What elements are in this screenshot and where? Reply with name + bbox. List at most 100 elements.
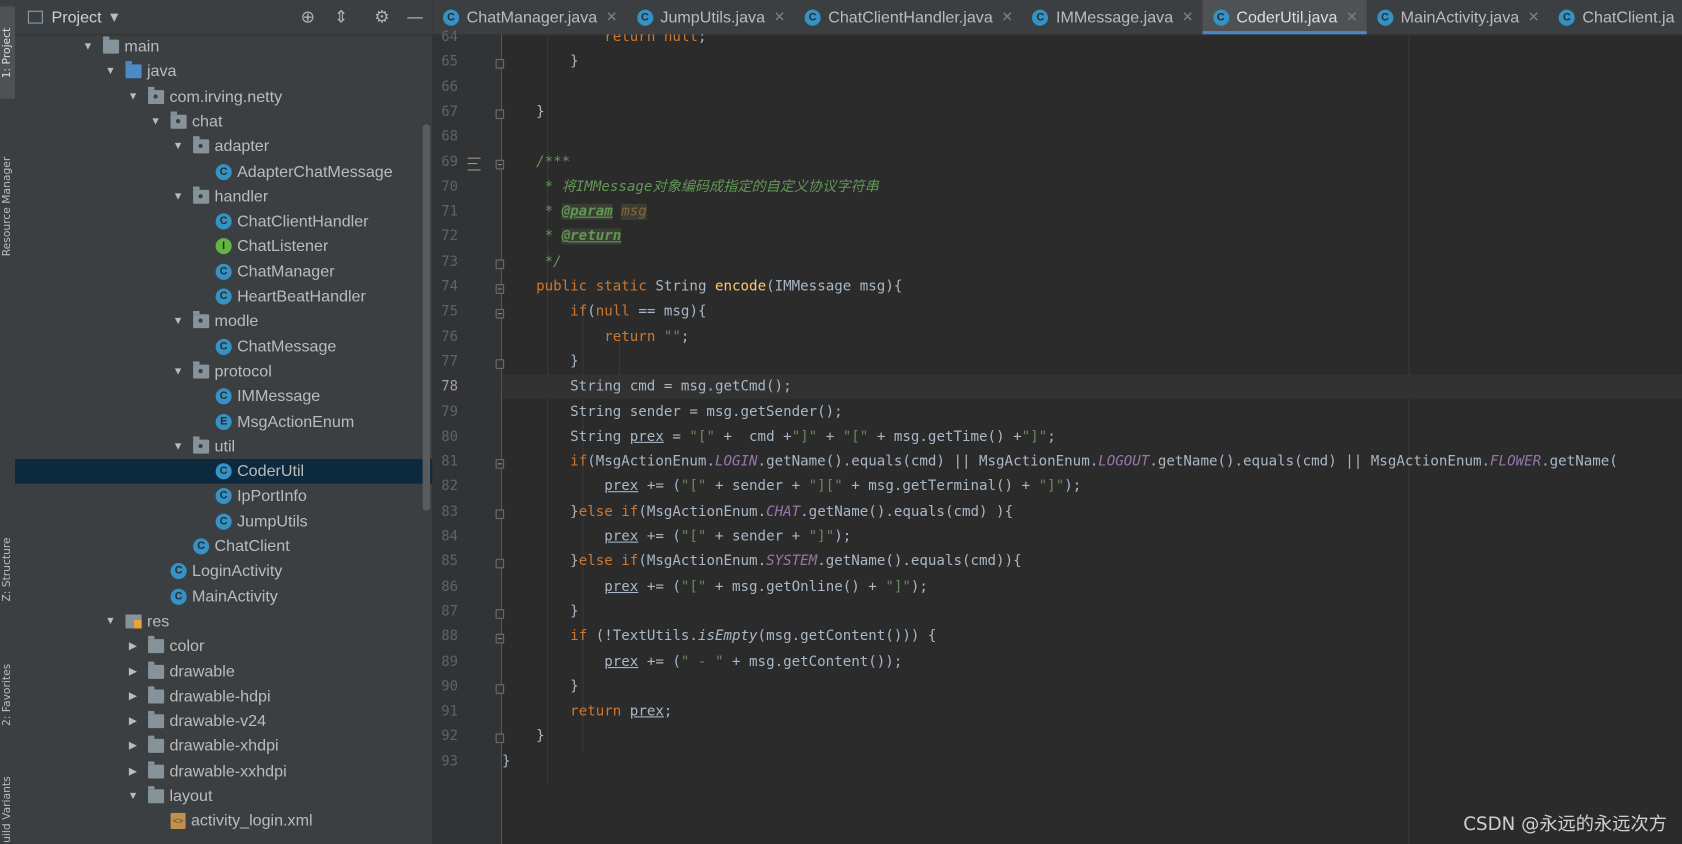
tree-item-immessage[interactable]: ▶CIMMessage (15, 384, 432, 409)
tree-item-mainactivity[interactable]: ▶CMainActivity (15, 584, 432, 609)
tree-item-adapterchatmessage[interactable]: ▶CAdapterChatMessage (15, 159, 432, 184)
code-line[interactable]: prex += ("[" + sender + "][" + msg.getTe… (502, 474, 1682, 499)
code-line[interactable]: } (502, 599, 1682, 624)
code-line[interactable] (502, 75, 1682, 100)
tree-item-drawable-v24[interactable]: ▶ drawable-v24 (15, 709, 432, 734)
code-line[interactable]: if(MsgActionEnum.LOGIN.getName().equals(… (502, 449, 1682, 474)
tree-item-modle[interactable]: ▼ modle (15, 309, 432, 334)
code-line[interactable]: return null; (502, 34, 1682, 49)
gear-icon[interactable]: ⚙ (371, 6, 392, 27)
tree-item-jumputils[interactable]: ▶CJumpUtils (15, 509, 432, 534)
code-line[interactable]: * @param msg (502, 200, 1682, 225)
tree-item-util[interactable]: ▼ util (15, 434, 432, 459)
tree-item-com-irving-netty[interactable]: ▼ com.irving.netty (15, 84, 432, 109)
code-line[interactable]: * 将IMMessage对象编码成指定的自定义协议字符串 (502, 175, 1682, 200)
code-line[interactable]: /*** (502, 150, 1682, 175)
code-line[interactable]: String cmd = msg.getCmd(); (502, 374, 1682, 400)
code-line[interactable]: String sender = msg.getSender(); (502, 399, 1682, 424)
tree-item-activity-login-xml[interactable]: ▶<>activity_login.xml (15, 809, 432, 834)
code-line[interactable]: }else if(MsgActionEnum.CHAT.getName().eq… (502, 499, 1682, 524)
editor-tab-mainactivity-java[interactable]: C MainActivity.java ✕ (1366, 0, 1548, 34)
chevron-down-icon[interactable]: ▼ (172, 141, 185, 153)
close-icon[interactable]: ✕ (1001, 9, 1013, 26)
code-line[interactable]: return ""; (502, 325, 1682, 350)
chevron-down-icon[interactable]: ▼ (104, 66, 117, 78)
project-view-selector[interactable]: Project (51, 8, 101, 26)
code-line[interactable]: return prex; (502, 699, 1682, 724)
chevron-right-icon[interactable]: ▶ (127, 765, 140, 777)
code-line[interactable] (502, 125, 1682, 150)
chevron-down-icon[interactable]: ▼ (104, 615, 117, 627)
chevron-down-icon[interactable]: ▼ (110, 11, 118, 23)
code-line[interactable]: } (502, 674, 1682, 699)
tree-item-msgactionenum[interactable]: ▶EMsgActionEnum (15, 409, 432, 434)
tree-item-drawable-xxhdpi[interactable]: ▶ drawable-xxhdpi (15, 759, 432, 784)
javadoc-toggle-icon[interactable] (467, 157, 481, 170)
code-line[interactable]: prex += ("[" + sender + "]"); (502, 524, 1682, 549)
chevron-down-icon[interactable]: ▼ (82, 41, 95, 53)
chevron-right-icon[interactable]: ▶ (127, 665, 140, 677)
code-line[interactable]: if(null == msg){ (502, 300, 1682, 325)
close-icon[interactable]: ✕ (606, 9, 618, 26)
code-line[interactable]: public static String encode(IMMessage ms… (502, 275, 1682, 300)
editor-tab-chatclient-ja[interactable]: C ChatClient.ja (1548, 0, 1682, 34)
tree-item-main[interactable]: ▼ main (15, 34, 432, 59)
chevron-right-icon[interactable]: ▶ (127, 640, 140, 652)
hide-panel-icon[interactable]: — (404, 6, 425, 27)
tree-item-drawable[interactable]: ▶ drawable (15, 659, 432, 684)
tree-item-chatmessage[interactable]: ▶CChatMessage (15, 334, 432, 359)
code-line[interactable]: String prex = "[" + cmd +"]" + "[" + msg… (502, 424, 1682, 449)
editor-tab-chatmanager-java[interactable]: C ChatManager.java ✕ (432, 0, 626, 34)
build-variants-tool-tab[interactable]: uild Variants (0, 774, 15, 844)
resource-manager-tool-tab[interactable]: Resource Manager (0, 137, 15, 276)
code-line[interactable]: } (502, 349, 1682, 374)
tree-item-coderutil[interactable]: ▶CCoderUtil (15, 459, 433, 484)
code-line[interactable]: } (502, 724, 1682, 749)
code-view[interactable]: return null; } } /*** * 将IMMessage对象编码成指… (502, 34, 1682, 844)
tree-item-chatclient[interactable]: ▶CChatClient (15, 534, 432, 559)
editor-tab-coderutil-java[interactable]: C CoderUtil.java ✕ (1202, 0, 1367, 35)
chevron-right-icon[interactable]: ▶ (127, 690, 140, 702)
tree-item-layout[interactable]: ▼ layout (15, 784, 432, 809)
tree-item-java[interactable]: ▼ java (15, 59, 432, 84)
chevron-down-icon[interactable]: ▼ (149, 116, 162, 128)
tree-item-ipportinfo[interactable]: ▶CIpPortInfo (15, 484, 432, 509)
code-line[interactable]: * @return (502, 225, 1682, 250)
collapse-all-icon[interactable]: ⇕ (330, 6, 351, 27)
chevron-down-icon[interactable]: ▼ (127, 790, 140, 802)
chevron-down-icon[interactable]: ▼ (172, 316, 185, 328)
close-icon[interactable]: ✕ (1346, 9, 1358, 26)
close-icon[interactable]: ✕ (1182, 9, 1194, 26)
code-line[interactable]: */ (502, 250, 1682, 275)
chevron-right-icon[interactable]: ▶ (127, 740, 140, 752)
tree-item-protocol[interactable]: ▼ protocol (15, 359, 432, 384)
editor-tab-chatclienthandler-java[interactable]: C ChatClientHandler.java ✕ (794, 0, 1022, 34)
chevron-down-icon[interactable]: ▼ (172, 441, 185, 453)
tree-item-handler[interactable]: ▼ handler (15, 184, 432, 209)
tree-item-drawable-hdpi[interactable]: ▶ drawable-hdpi (15, 684, 432, 709)
tree-item-chatclienthandler[interactable]: ▶CChatClientHandler (15, 209, 432, 234)
tree-item-chatmanager[interactable]: ▶CChatManager (15, 259, 432, 284)
code-line[interactable]: prex += ("[" + msg.getOnline() + "]"); (502, 574, 1682, 599)
project-tool-tab[interactable]: 1: Project (0, 6, 16, 99)
tree-item-res[interactable]: ▼ res (15, 609, 432, 634)
tree-item-heartbeathandler[interactable]: ▶CHeartBeatHandler (15, 284, 432, 309)
editor-tab-jumputils-java[interactable]: C JumpUtils.java ✕ (626, 0, 794, 34)
tree-item-loginactivity[interactable]: ▶CLoginActivity (15, 559, 432, 584)
code-line[interactable]: }else if(MsgActionEnum.SYSTEM.getName().… (502, 549, 1682, 574)
close-icon[interactable]: ✕ (1528, 9, 1540, 26)
tree-item-chat[interactable]: ▼ chat (15, 109, 432, 134)
code-line[interactable]: } (502, 749, 1682, 774)
tree-item-drawable-xhdpi[interactable]: ▶ drawable-xhdpi (15, 734, 432, 759)
tree-item-adapter[interactable]: ▼ adapter (15, 134, 432, 159)
chevron-right-icon[interactable]: ▶ (127, 715, 140, 727)
tree-item-color[interactable]: ▶ color (15, 634, 432, 659)
chevron-down-icon[interactable]: ▼ (172, 191, 185, 203)
editor-tab-immessage-java[interactable]: C IMMessage.java ✕ (1022, 0, 1202, 34)
tree-item-chatlistener[interactable]: ▶IChatListener (15, 234, 432, 259)
project-scrollbar[interactable] (422, 124, 431, 511)
locate-file-icon[interactable]: ⊕ (297, 6, 318, 27)
chevron-down-icon[interactable]: ▼ (172, 366, 185, 378)
favorites-tool-tab[interactable]: 2: Favorites (0, 648, 15, 742)
code-line[interactable]: if (!TextUtils.isEmpty(msg.getContent())… (502, 624, 1682, 649)
